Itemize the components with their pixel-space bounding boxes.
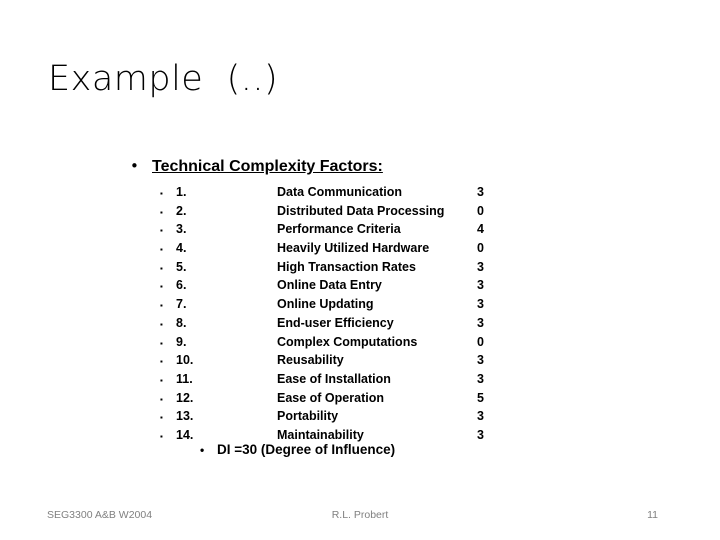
list-item: ▪ 11. Ease of Installation 3 [160,370,520,389]
list-item: ▪ 8. End-user Efficiency 3 [160,314,520,333]
list-item: ▪ 5. High Transaction Rates 3 [160,258,520,277]
square-bullet-icon: ▪ [160,245,163,255]
factor-value: 0 [477,241,484,256]
factor-name: Online Data Entry [277,278,382,293]
factor-value: 5 [477,390,484,405]
factor-index: 5. [176,259,187,274]
square-bullet-icon: ▪ [160,431,163,441]
factor-index: 9. [176,334,187,349]
factor-value: 0 [477,334,484,349]
factor-index: 6. [176,278,187,293]
factor-value: 3 [477,371,484,386]
factor-name: Ease of Operation [277,390,384,405]
list-item: ▪ 9. Complex Computations 0 [160,333,520,352]
square-bullet-icon: ▪ [160,263,163,273]
factor-index: 11. [176,371,193,386]
degree-of-influence-label: DI =30 (Degree of Influence) [217,442,396,457]
square-bullet-icon: ▪ [160,282,163,292]
factor-index: 13. [176,409,194,424]
list-item: ▪ 4. Heavily Utilized Hardware 0 [160,239,520,258]
footer-author-label: R.L. Probert [331,509,389,521]
factor-index: 3. [176,222,187,237]
factor-name: Heavily Utilized Hardware [277,241,430,256]
list-item: ▪ 10. Reusability 3 [160,351,520,370]
factor-value: 3 [477,409,484,424]
list-item: ▪ 6. Online Data Entry 3 [160,276,520,295]
square-bullet-icon: ▪ [160,319,163,329]
slide-title: Example (..) [48,59,279,99]
technical-complexity-factor-list: ▪ 1. Data Communication 3 ▪ 2. Distribut… [160,183,520,445]
factor-name: End-user Efficiency [277,315,394,330]
factor-index: 10. [176,353,194,368]
square-bullet-icon: ▪ [160,301,163,311]
presentation-slide: Example (..) • Technical Complexity Fact… [0,0,720,540]
factor-value: 3 [477,185,484,199]
slide-number: 11 [647,509,658,521]
factor-name: Portability [277,409,339,424]
square-bullet-icon: ▪ [160,394,163,404]
slide-footer: SEG3300 A&B W2004 R.L. Probert 11 [0,508,720,528]
bullet-icon: • [130,157,139,175]
factor-index: 8. [176,315,187,330]
factor-name: Distributed Data Processing [277,203,445,218]
factor-value: 3 [477,427,484,442]
factor-value: 3 [477,259,484,274]
factor-name: Performance Criteria [277,222,401,237]
degree-of-influence-summary: • DI =30 (Degree of Influence) [200,442,395,457]
factor-name: Reusability [277,353,344,368]
factor-value: 3 [477,353,484,368]
list-item: ▪ 2. Distributed Data Processing 0 [160,202,520,221]
factor-name: Online Updating [277,297,374,312]
factor-index: 7. [176,297,187,312]
square-bullet-icon: ▪ [160,413,163,423]
factor-index: 4. [176,241,187,256]
factor-value: 0 [477,203,484,218]
list-item: ▪ 1. Data Communication 3 [160,183,520,202]
list-item: ▪ 12. Ease of Operation 5 [160,389,520,408]
list-item: ▪ 7. Online Updating 3 [160,295,520,314]
square-bullet-icon: ▪ [160,338,163,348]
bullet-icon: • [200,443,205,457]
square-bullet-icon: ▪ [160,207,163,217]
factor-value: 3 [477,278,484,293]
factor-name: High Transaction Rates [277,259,416,274]
section-heading: • Technical Complexity Factors: [130,156,383,177]
factor-value: 3 [477,297,484,312]
list-item: ▪ 3. Performance Criteria 4 [160,220,520,239]
square-bullet-icon: ▪ [160,357,163,367]
factor-name: Data Communication [277,185,403,199]
factor-value: 4 [477,222,484,237]
factor-index: 12. [176,390,194,405]
list-item: ▪ 13. Portability 3 [160,407,520,426]
square-bullet-icon: ▪ [160,226,163,236]
factor-name: Ease of Installation [277,371,391,386]
factor-value: 3 [477,315,484,330]
factor-name: Complex Computations [277,334,418,349]
square-bullet-icon: ▪ [160,189,163,198]
square-bullet-icon: ▪ [160,375,163,385]
section-heading-label: Technical Complexity Factors: [152,158,383,175]
factor-index: 1. [176,185,187,199]
factor-index: 2. [176,203,187,218]
